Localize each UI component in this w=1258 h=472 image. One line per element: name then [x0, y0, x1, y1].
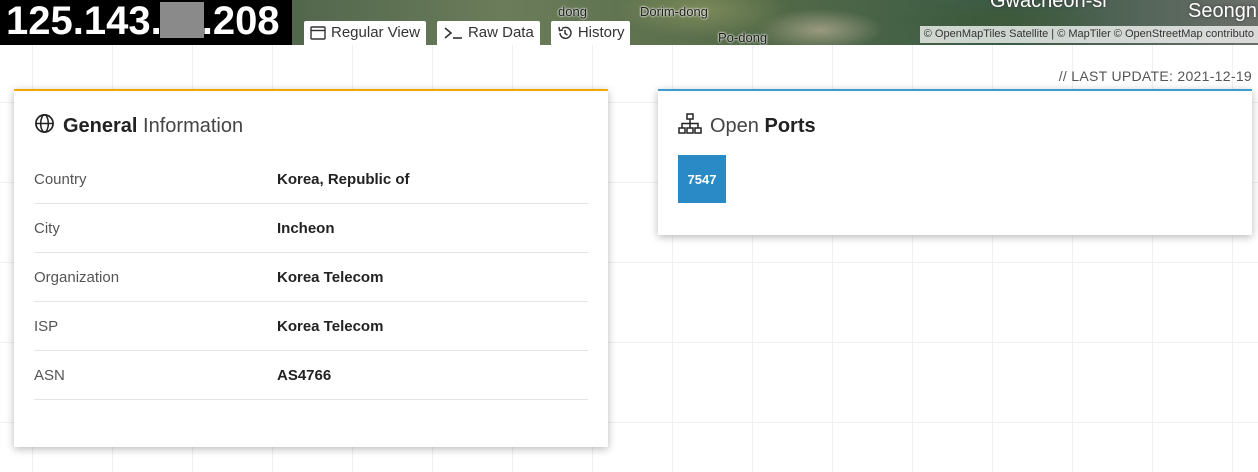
history-icon: [557, 25, 573, 41]
card-title: General Information: [34, 113, 243, 140]
general-information-card: General Information Country Korea, Repub…: [14, 89, 608, 447]
table-row: City Incheon: [34, 204, 588, 253]
globe-icon: [34, 113, 55, 140]
row-key: City: [34, 219, 60, 237]
port-badge[interactable]: 7547: [678, 155, 726, 203]
map-attribution[interactable]: © OpenMapTiles Satellite | © MapTiler © …: [919, 26, 1258, 43]
row-value: Incheon: [277, 219, 335, 237]
view-tabs: Regular View Raw Data History: [304, 21, 631, 45]
ip-prefix: 125.143.: [6, 0, 162, 43]
table-row: ASN AS4766: [34, 351, 588, 400]
ip-address-title: 125.143. .208: [0, 0, 292, 45]
row-value: Korea Telecom: [277, 317, 384, 335]
tab-raw-data[interactable]: Raw Data: [436, 21, 540, 45]
table-row: Organization Korea Telecom: [34, 253, 588, 302]
title-light: Information: [143, 115, 244, 137]
tab-label: Raw Data: [467, 24, 534, 41]
card-title: Open Ports: [678, 113, 816, 140]
row-value: Korea, Republic of: [277, 170, 410, 188]
tab-label: Regular View: [331, 24, 420, 41]
redacted-block: [159, 2, 204, 38]
row-key: Country: [34, 170, 87, 188]
tab-regular-view[interactable]: Regular View: [304, 21, 426, 45]
title-light: Open: [710, 115, 759, 137]
tab-label: History: [577, 24, 625, 41]
row-value: AS4766: [277, 366, 332, 384]
row-key: ASN: [34, 366, 65, 384]
row-key: Organization: [34, 268, 120, 286]
map-label: Po-dong: [718, 30, 768, 45]
row-key: ISP: [34, 317, 59, 335]
window-icon: [310, 26, 326, 40]
title-strong: Ports: [764, 115, 816, 137]
row-value: Korea Telecom: [277, 268, 384, 286]
last-update: // LAST UPDATE: 2021-12-19: [1058, 68, 1252, 84]
table-row: Country Korea, Republic of: [34, 155, 588, 204]
open-ports-card: Open Ports 7547: [658, 89, 1252, 235]
map-label: Gwacheon-si: [990, 0, 1107, 12]
table-row: ISP Korea Telecom: [34, 302, 588, 351]
map-label: Dorim-dong: [640, 4, 708, 19]
ip-suffix: .208: [201, 0, 280, 43]
map-label: dong: [558, 4, 587, 19]
info-table: Country Korea, Republic of City Incheon …: [34, 155, 588, 400]
sitemap-icon: [678, 113, 702, 140]
terminal-icon: [443, 26, 463, 40]
tab-history[interactable]: History: [550, 21, 631, 45]
map-label: Seongn: [1188, 0, 1257, 22]
title-strong: General: [63, 115, 138, 137]
